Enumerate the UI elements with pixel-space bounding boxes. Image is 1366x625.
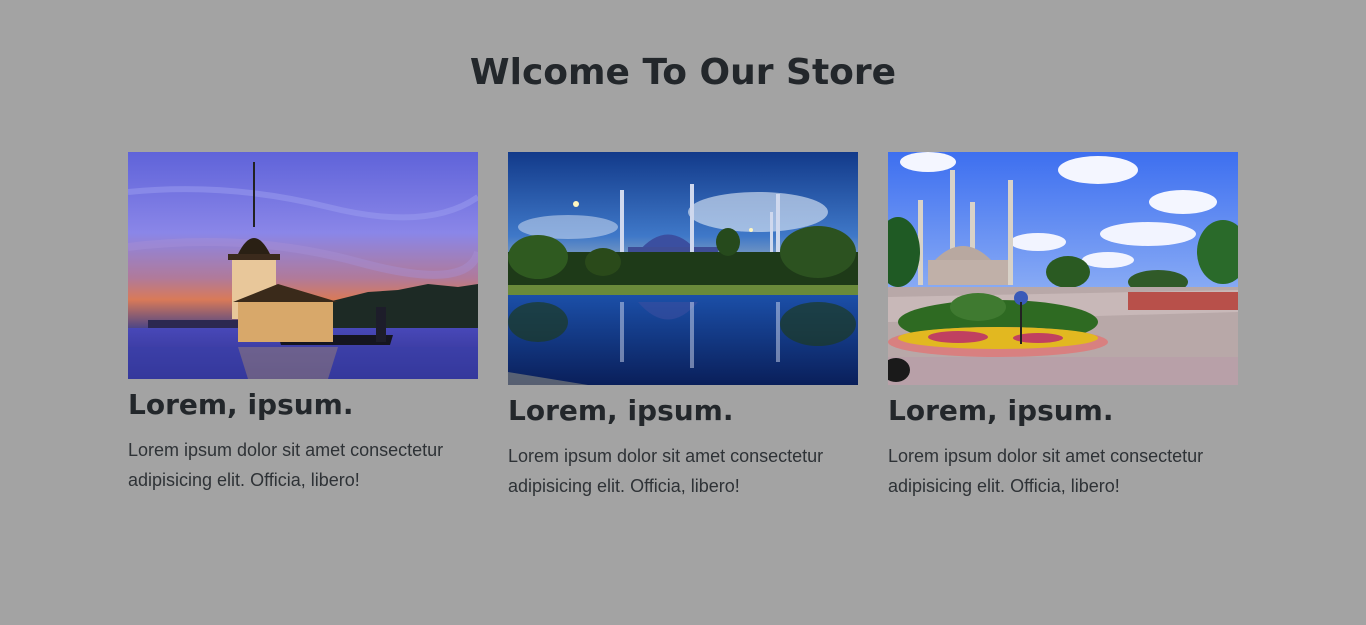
card-image-mosque-garden — [888, 152, 1238, 385]
card-image-blue-mosque — [508, 152, 858, 385]
card-description: Lorem ipsum dolor sit amet consectetur a… — [888, 446, 1204, 496]
card-title: Lorem, ipsum. — [128, 388, 354, 421]
card-title: Lorem, ipsum. — [508, 394, 734, 427]
mosque-garden-picture — [888, 152, 1238, 385]
store-card: Lorem, ipsum. Lorem ipsum dolor sit amet… — [508, 152, 858, 501]
card-description: Lorem ipsum dolor sit amet consectetur a… — [128, 440, 444, 490]
card-image-maiden-tower — [128, 152, 478, 379]
page-title: Wlcome To Our Store — [469, 52, 897, 93]
store-card: Lorem, ipsum. Lorem ipsum dolor sit amet… — [888, 152, 1238, 501]
card-description: Lorem ipsum dolor sit amet consectetur a… — [508, 446, 824, 496]
blue-mosque-picture — [508, 152, 858, 385]
store-card: Lorem, ipsum. Lorem ipsum dolor sit amet… — [128, 152, 478, 495]
card-title: Lorem, ipsum. — [888, 394, 1114, 427]
maiden-tower-picture — [128, 152, 478, 379]
